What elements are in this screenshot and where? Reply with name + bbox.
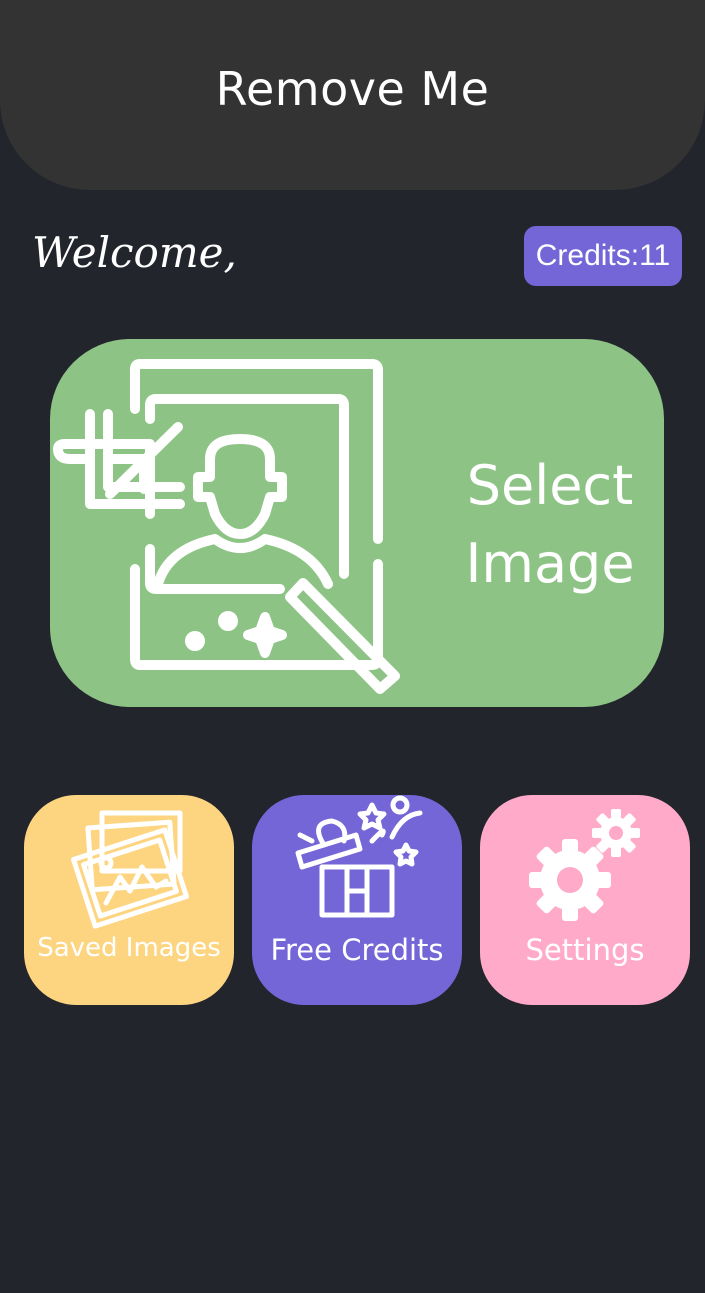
settings-label: Settings xyxy=(525,933,645,967)
select-label-line2: Image xyxy=(465,532,635,595)
app-header: Remove Me xyxy=(0,0,705,190)
gift-icon xyxy=(295,795,423,918)
select-image-label: Select Image xyxy=(460,447,640,603)
images-icon xyxy=(71,810,189,929)
saved-images-button[interactable]: Saved Images xyxy=(24,795,234,1005)
select-image-button[interactable]: Select Image xyxy=(50,339,664,707)
credits-label: Credits:11 xyxy=(535,239,671,272)
settings-button[interactable]: Settings xyxy=(480,795,690,1005)
welcome-text: Welcome, xyxy=(32,228,237,277)
select-label-line1: Select xyxy=(466,454,634,517)
free-credits-button[interactable]: Free Credits xyxy=(252,795,462,1005)
gears-icon xyxy=(529,809,640,921)
free-credits-label: Free Credits xyxy=(270,933,444,967)
app-title: Remove Me xyxy=(215,62,490,116)
credits-badge[interactable]: Credits:11 xyxy=(524,226,682,286)
saved-images-label: Saved Images xyxy=(37,933,221,963)
